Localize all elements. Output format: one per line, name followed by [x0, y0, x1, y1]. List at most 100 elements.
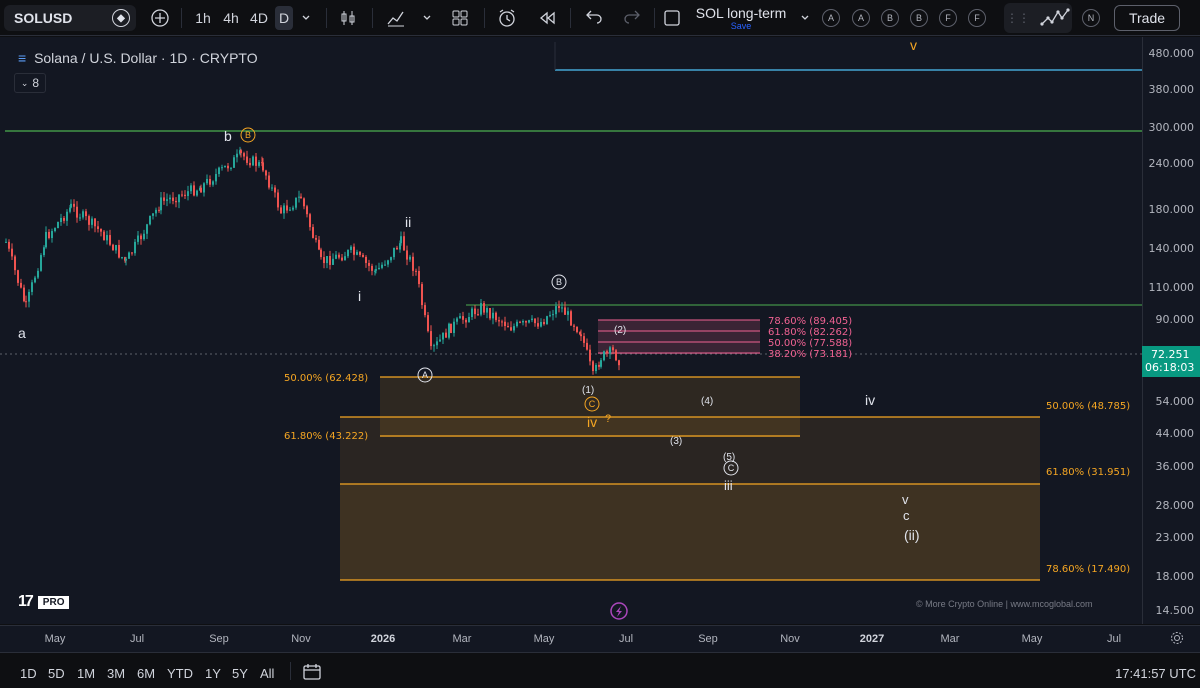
diamond-icon[interactable]: ◆	[112, 9, 130, 27]
interval-1h[interactable]: 1h	[190, 6, 216, 30]
drawing-b-button[interactable]: B	[910, 9, 928, 27]
drawing-a-button[interactable]: A	[852, 9, 870, 27]
candle-body	[193, 185, 195, 196]
range-ytd[interactable]: YTD	[167, 666, 193, 681]
candles-icon[interactable]	[336, 6, 360, 30]
candle-body	[384, 264, 386, 266]
price-axis[interactable]: 480.000 380.000 300.000 240.000 180.000 …	[1142, 37, 1200, 624]
chart-area[interactable]: a b ii i iv iii v c (ii) (1) (2) (4) (3)…	[0, 37, 1142, 624]
price-tick: 44.000	[1155, 427, 1195, 440]
price-tick: 240.000	[1148, 157, 1195, 170]
wave-icon[interactable]	[1040, 6, 1070, 30]
candle-body	[609, 347, 611, 354]
candle-body	[277, 192, 279, 208]
settings-gear-icon[interactable]	[1170, 631, 1184, 648]
candle-body	[112, 244, 114, 251]
drawing-a-button[interactable]: A	[822, 9, 840, 27]
drawing-n-button[interactable]: N	[1082, 9, 1100, 27]
range-5d[interactable]: 5D	[48, 666, 65, 681]
candle-body	[424, 305, 426, 316]
wave-ii-label: ii	[405, 214, 411, 230]
add-symbol-icon[interactable]	[148, 6, 172, 30]
candles-series	[5, 146, 620, 375]
interval-4h[interactable]: 4h	[218, 6, 244, 30]
time-axis[interactable]: May Jul Sep Nov 2026 Mar May Jul Sep Nov…	[0, 625, 1200, 652]
candle-body	[471, 308, 473, 317]
candle-body	[558, 306, 560, 309]
drawing-f-button[interactable]: F	[968, 9, 986, 27]
candle-body	[606, 351, 608, 354]
candle-body	[359, 251, 361, 255]
drawing-b-button[interactable]: B	[881, 9, 899, 27]
wave-iii-label: iii	[724, 478, 733, 493]
candle-body	[498, 320, 500, 322]
watermark: © More Crypto Online | www.mcoglobal.com	[916, 599, 1093, 609]
candle-body	[292, 207, 294, 210]
price-tick: 28.000	[1155, 499, 1195, 512]
candle-body	[221, 167, 223, 169]
candle-body	[94, 218, 96, 227]
candle-body	[5, 241, 7, 243]
chevron-down-icon[interactable]	[798, 6, 812, 30]
range-5y[interactable]: 5Y	[232, 666, 248, 681]
candle-body	[149, 215, 151, 225]
candle-body	[603, 351, 605, 361]
candle-body	[212, 181, 214, 185]
interval-d[interactable]: D	[275, 6, 293, 30]
candle-body	[570, 311, 572, 326]
utc-clock[interactable]: 17:41:57 UTC	[1115, 666, 1196, 681]
tradingview-logo[interactable]: 17 PRO	[18, 593, 70, 610]
price-tick: 36.000	[1155, 460, 1195, 473]
redo-icon[interactable]	[620, 6, 644, 30]
templates-icon[interactable]	[448, 6, 472, 30]
undo-icon[interactable]	[582, 6, 606, 30]
range-6m[interactable]: 6M	[137, 666, 155, 681]
candle-body	[612, 347, 614, 351]
candle-body	[249, 162, 251, 166]
candle-body	[206, 178, 208, 184]
menu-icon[interactable]: ≡	[18, 50, 26, 66]
candle-body	[356, 251, 358, 255]
candle-body	[507, 326, 509, 328]
fib-pink-label-382: 38.20% (73.181)	[768, 349, 852, 360]
save-label[interactable]: Save	[688, 21, 794, 31]
divider	[290, 662, 291, 680]
wave-4-label: (4)	[701, 396, 713, 407]
symbol-search[interactable]: SOLUSD ◆	[4, 5, 136, 31]
candle-body	[387, 260, 389, 265]
trade-button[interactable]: Trade	[1114, 5, 1180, 31]
candle-body	[418, 270, 420, 285]
candle-body	[196, 190, 198, 196]
fib-label-17: 78.60% (17.490)	[1046, 564, 1130, 575]
range-1d[interactable]: 1D	[20, 666, 37, 681]
indicators-toggle[interactable]: ⌄ 8	[14, 73, 46, 93]
range-1m[interactable]: 1M	[77, 666, 95, 681]
drawing-f-button[interactable]: F	[939, 9, 957, 27]
candle-body	[134, 241, 136, 254]
candle-body	[598, 364, 600, 367]
alert-icon[interactable]	[494, 6, 520, 30]
candle-body	[166, 199, 168, 201]
range-3m[interactable]: 3M	[107, 666, 125, 681]
range-1y[interactable]: 1Y	[205, 666, 221, 681]
grid-dots-icon[interactable]: ⋮⋮	[1006, 11, 1030, 25]
wave-tools[interactable]: ⋮⋮	[1004, 3, 1072, 33]
range-all[interactable]: All	[260, 666, 274, 681]
chevron-down-icon[interactable]	[420, 6, 434, 30]
candle-body	[25, 301, 27, 303]
chevron-down-icon[interactable]	[298, 6, 314, 30]
candle-body	[323, 257, 325, 264]
candle-body	[88, 216, 90, 225]
chart-canvas[interactable]: a b ii i iv iii v c (ii) (1) (2) (4) (3)…	[0, 37, 1142, 624]
candle-body	[516, 321, 518, 327]
candle-body	[34, 277, 36, 283]
candle-body	[209, 178, 211, 185]
candle-body	[421, 284, 423, 306]
indicators-icon[interactable]	[384, 6, 408, 30]
calendar-range-icon[interactable]	[302, 663, 322, 684]
interval-4d[interactable]: 4D	[246, 6, 272, 30]
layout-square-icon[interactable]	[660, 6, 684, 30]
candle-body	[495, 312, 497, 321]
layout-name[interactable]: SOL long-term Save	[688, 5, 794, 31]
replay-icon[interactable]	[534, 6, 560, 30]
